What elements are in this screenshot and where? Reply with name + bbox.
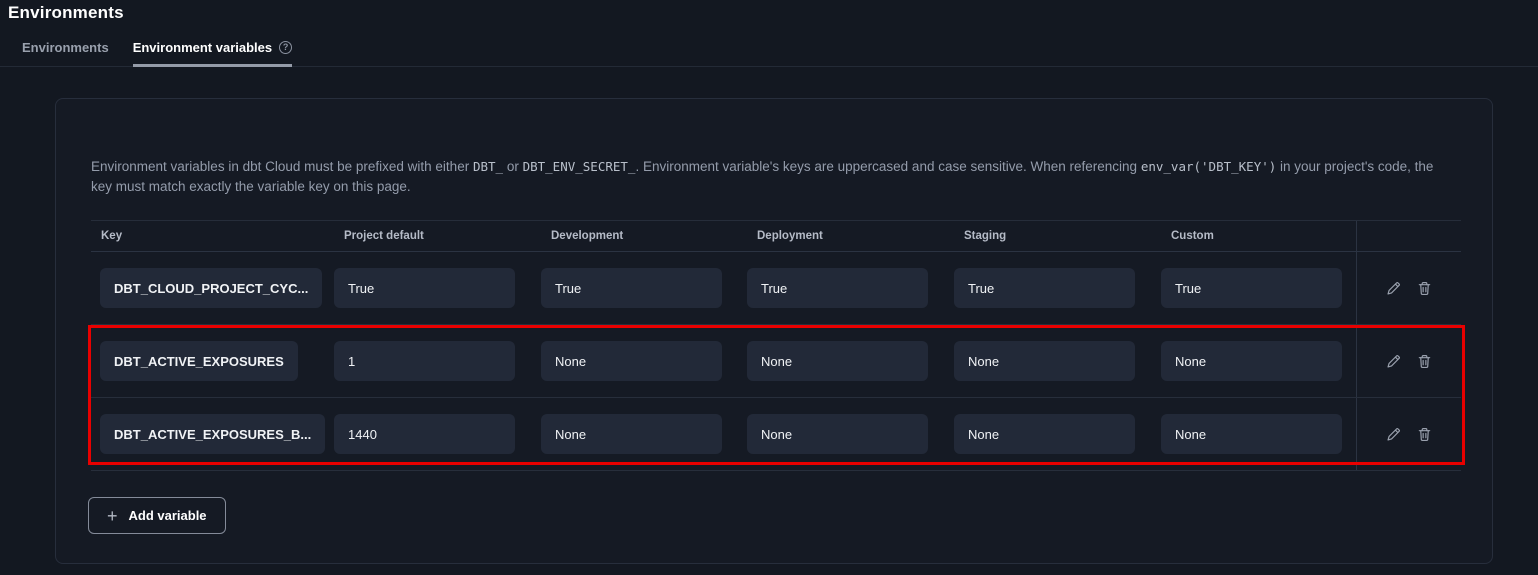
custom-value: True (1161, 268, 1342, 308)
custom-value: None (1161, 341, 1342, 381)
development-value: None (541, 341, 722, 381)
delete-variable-button[interactable] (1416, 426, 1433, 443)
table-row: DBT_ACTIVE_EXPOSURES 1 None None None No… (91, 325, 1461, 398)
variable-key-value: DBT_ACTIVE_EXPOSURES_B... (100, 414, 325, 454)
help-circle-icon[interactable]: ? (279, 41, 292, 54)
trash-icon (1416, 280, 1433, 297)
staging-value: True (954, 268, 1135, 308)
pencil-icon (1385, 353, 1402, 370)
add-variable-button[interactable]: + Add variable (88, 497, 226, 534)
column-header-actions (1356, 221, 1461, 251)
column-header-deployment: Deployment (747, 221, 954, 251)
edit-variable-button[interactable] (1385, 280, 1402, 297)
panel-description: Environment variables in dbt Cloud must … (91, 157, 1451, 197)
deployment-value: None (747, 341, 928, 381)
description-code-dbt-prefix: DBT_ (473, 159, 503, 174)
description-code-env-var: env_var('DBT_KEY') (1141, 159, 1276, 174)
column-header-project-default: Project default (334, 221, 541, 251)
project-default-value: 1440 (334, 414, 515, 454)
column-header-key: Key (91, 221, 334, 251)
trash-icon (1416, 353, 1433, 370)
description-text: . Environment variable's keys are upperc… (635, 159, 1140, 174)
tab-environment-variables[interactable]: Environment variables ? (133, 40, 292, 67)
custom-value: None (1161, 414, 1342, 454)
variables-table: Key Project default Development Deployme… (91, 220, 1461, 471)
deployment-value: None (747, 414, 928, 454)
staging-value: None (954, 341, 1135, 381)
trash-icon (1416, 426, 1433, 443)
description-text: Environment variables in dbt Cloud must … (91, 159, 473, 174)
project-default-value: True (334, 268, 515, 308)
deployment-value: True (747, 268, 928, 308)
variable-key-value: DBT_ACTIVE_EXPOSURES (100, 341, 298, 381)
description-code-secret-prefix: DBT_ENV_SECRET_ (523, 159, 636, 174)
column-header-custom: Custom (1161, 221, 1356, 251)
plus-icon: + (107, 507, 118, 525)
tab-bar: Environments Environment variables ? (0, 40, 1538, 67)
table-row: DBT_CLOUD_PROJECT_CYC... True True True … (91, 252, 1461, 325)
page-title: Environments (0, 0, 1538, 23)
column-header-development: Development (541, 221, 747, 251)
staging-value: None (954, 414, 1135, 454)
description-text: or (503, 159, 523, 174)
project-default-value: 1 (334, 341, 515, 381)
tab-environment-variables-label: Environment variables (133, 40, 272, 55)
development-value: None (541, 414, 722, 454)
tab-environments-label: Environments (22, 40, 109, 55)
delete-variable-button[interactable] (1416, 353, 1433, 370)
pencil-icon (1385, 280, 1402, 297)
delete-variable-button[interactable] (1416, 280, 1433, 297)
pencil-icon (1385, 426, 1402, 443)
tab-environments[interactable]: Environments (22, 40, 109, 67)
development-value: True (541, 268, 722, 308)
variable-key-value: DBT_CLOUD_PROJECT_CYC... (100, 268, 322, 308)
table-header-row: Key Project default Development Deployme… (91, 220, 1461, 252)
table-row: DBT_ACTIVE_EXPOSURES_B... 1440 None None… (91, 398, 1461, 471)
environment-variables-panel: Environment variables in dbt Cloud must … (55, 98, 1493, 564)
add-variable-label: Add variable (129, 508, 207, 523)
edit-variable-button[interactable] (1385, 426, 1402, 443)
edit-variable-button[interactable] (1385, 353, 1402, 370)
column-header-staging: Staging (954, 221, 1161, 251)
